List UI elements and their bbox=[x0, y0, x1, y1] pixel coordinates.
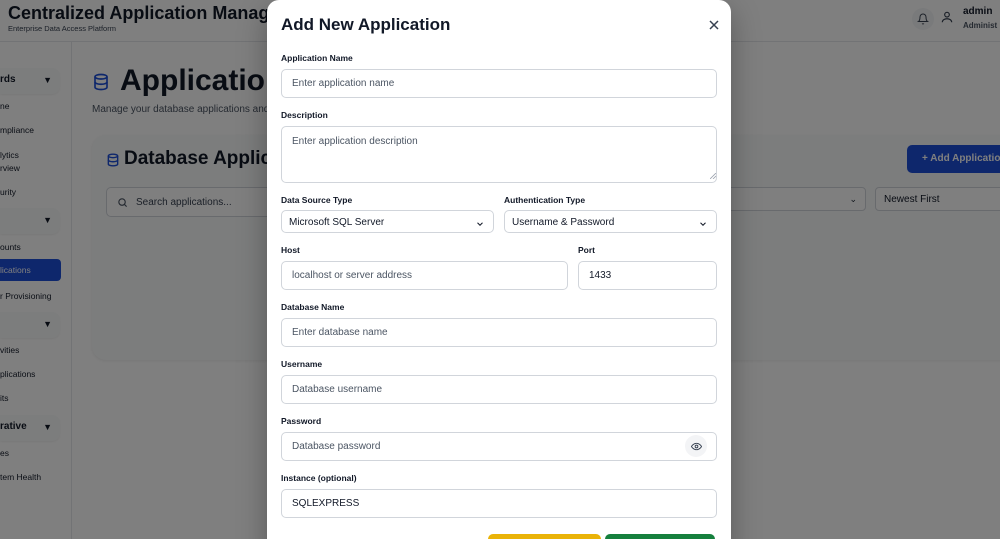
modal-title: Add New Application bbox=[281, 15, 451, 34]
host-input[interactable] bbox=[281, 261, 568, 290]
data-source-select[interactable]: Microsoft SQL Server bbox=[281, 210, 494, 233]
password-input[interactable] bbox=[281, 432, 717, 461]
chevron-down-icon bbox=[475, 216, 485, 234]
app-name-input[interactable] bbox=[281, 69, 717, 98]
port-label: Port bbox=[578, 245, 595, 255]
test-connection-button[interactable] bbox=[488, 534, 601, 539]
close-icon[interactable] bbox=[707, 18, 721, 32]
description-label: Description bbox=[281, 110, 328, 120]
resize-handle-icon[interactable] bbox=[710, 173, 716, 179]
description-textarea[interactable] bbox=[281, 126, 717, 183]
chevron-down-icon bbox=[698, 216, 708, 234]
add-application-modal: Add New Application Application Name Des… bbox=[267, 0, 731, 539]
host-label: Host bbox=[281, 245, 300, 255]
save-button[interactable] bbox=[605, 534, 715, 539]
username-label: Username bbox=[281, 359, 323, 369]
database-name-label: Database Name bbox=[281, 302, 345, 312]
username-input[interactable] bbox=[281, 375, 717, 404]
app-name-label: Application Name bbox=[281, 53, 353, 63]
instance-input[interactable] bbox=[281, 489, 717, 518]
database-name-input[interactable] bbox=[281, 318, 717, 347]
password-label: Password bbox=[281, 416, 322, 426]
auth-type-label: Authentication Type bbox=[504, 195, 586, 205]
port-input[interactable] bbox=[578, 261, 717, 290]
eye-icon[interactable] bbox=[685, 435, 707, 457]
auth-type-select[interactable]: Username & Password bbox=[504, 210, 717, 233]
auth-type-value: Username & Password bbox=[512, 217, 615, 228]
data-source-value: Microsoft SQL Server bbox=[289, 217, 385, 228]
instance-label: Instance (optional) bbox=[281, 473, 357, 483]
data-source-label: Data Source Type bbox=[281, 195, 353, 205]
